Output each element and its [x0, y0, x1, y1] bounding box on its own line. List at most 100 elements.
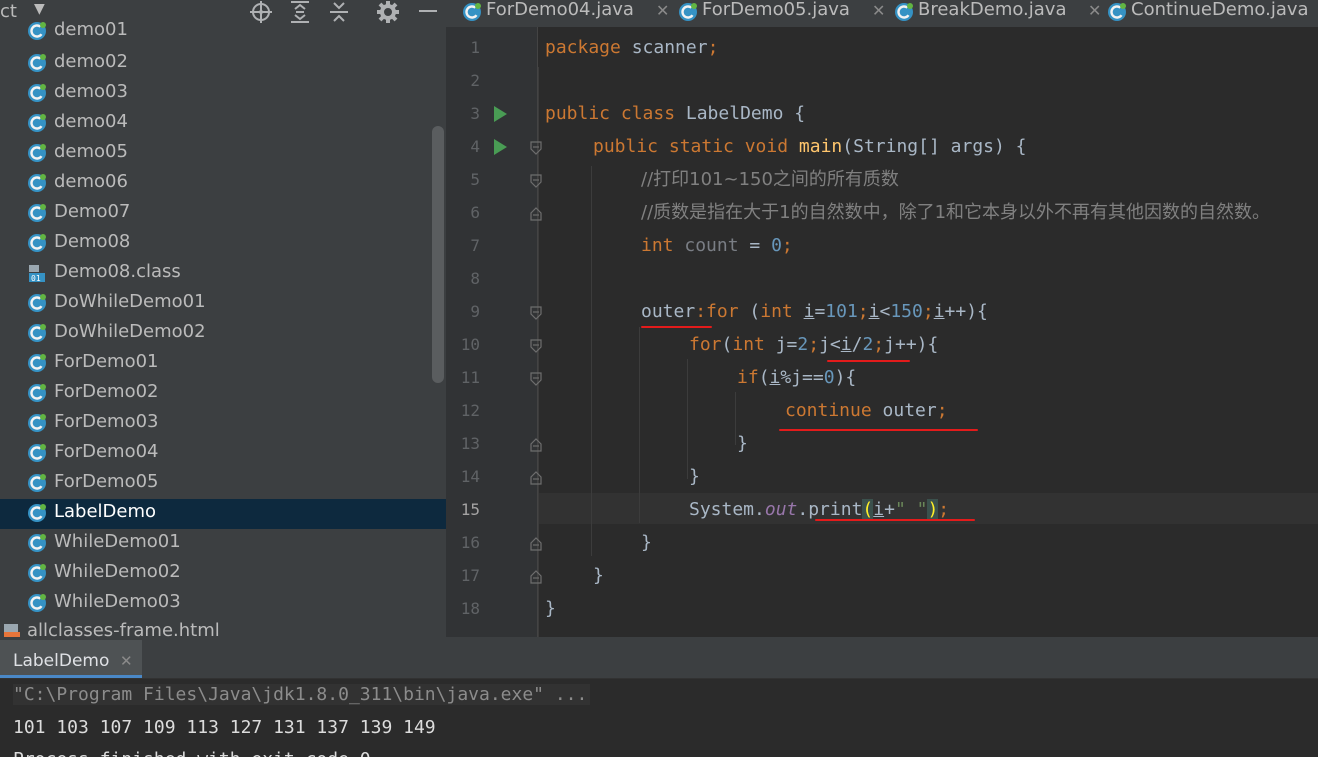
run-icon[interactable] [494, 139, 507, 155]
code-line-10: for(int j=2;j<i/2;j++){ [689, 334, 939, 355]
svg-text:01: 01 [31, 274, 41, 283]
tree-item-label: Demo08 [54, 231, 131, 252]
editor-tab[interactable]: ForDemo05.java ✕ [678, 0, 888, 25]
java-class-icon [27, 143, 47, 163]
code-line-4: public static void main(String[] args) { [593, 136, 1027, 157]
editor-tab-label: BreakDemo.java [918, 0, 1067, 20]
tree-item[interactable]: ForDemo01 [0, 349, 446, 379]
java-class-icon [27, 323, 47, 343]
editor-tab[interactable]: ContinueDemo.java [1107, 0, 1317, 25]
tree-item[interactable]: Demo07 [0, 199, 446, 229]
fold-open-icon[interactable] [530, 305, 542, 320]
java-class-icon [27, 593, 47, 613]
java-class-icon [27, 383, 47, 403]
close-icon[interactable]: ✕ [120, 652, 133, 670]
line-number: 18 [460, 599, 480, 618]
java-class-icon [27, 503, 47, 523]
line-number: 14 [460, 467, 480, 486]
tree-item-label: WhileDemo01 [54, 531, 181, 552]
run-icon[interactable] [494, 106, 507, 122]
tree-item[interactable]: demo06 [0, 169, 446, 199]
java-class-icon [27, 533, 47, 553]
tree-item[interactable]: LabelDemo [0, 499, 446, 529]
console-output[interactable]: "C:\Program Files\Java\jdk1.8.0_311\bin\… [0, 679, 1318, 757]
editor-tab-label: ContinueDemo.java [1131, 0, 1309, 20]
console-command-line: "C:\Program Files\Java\jdk1.8.0_311\bin\… [13, 684, 591, 705]
code-editor[interactable]: 1 2 3 4 5 6 7 8 9 10 11 12 13 14 15 16 17 18 package scan… [446, 27, 1318, 637]
fold-close-icon[interactable] [530, 569, 542, 584]
fold-close-icon[interactable] [530, 206, 542, 221]
code-line-3: public class LabelDemo { [545, 103, 806, 124]
run-tab[interactable]: LabelDemo ✕ [0, 640, 142, 678]
code-line-11: if(i%j==0){ [737, 367, 857, 388]
code-line-17: } [593, 565, 604, 586]
tree-item[interactable]: WhileDemo02 [0, 559, 446, 589]
tree-item-label: ForDemo02 [54, 381, 159, 402]
line-number: 1 [470, 38, 480, 57]
tree-item[interactable]: allclasses-frame.html [0, 618, 446, 637]
java-class-icon [462, 2, 482, 22]
fold-close-icon[interactable] [530, 536, 542, 551]
tree-item[interactable]: demo01 [0, 17, 446, 47]
tree-item[interactable]: demo02 [0, 49, 446, 79]
tree-item[interactable]: WhileDemo01 [0, 529, 446, 559]
indent-guide [687, 359, 688, 479]
fold-open-icon[interactable] [530, 140, 542, 155]
project-scrollbar[interactable] [432, 126, 444, 383]
code-line-6: //质数是指在大于1的自然数中，除了1和它本身以外不再有其他因数的自然数。 [641, 202, 1271, 223]
editor-tab[interactable]: BreakDemo.java ✕ [894, 0, 1104, 25]
tree-item-label: demo06 [54, 171, 128, 192]
close-icon[interactable]: ✕ [656, 1, 669, 20]
java-class-icon [894, 2, 914, 22]
java-class-icon [27, 113, 47, 133]
code-line-1: package scanner; [545, 37, 719, 58]
tree-item[interactable]: demo05 [0, 139, 446, 169]
tree-item[interactable]: demo03 [0, 79, 446, 109]
tree-item[interactable]: demo04 [0, 109, 446, 139]
annotation-underline-condition [827, 360, 910, 362]
java-class-icon [27, 353, 47, 373]
tree-item[interactable]: DoWhileDemo02 [0, 319, 446, 349]
fold-open-icon[interactable] [530, 338, 542, 353]
tree-item[interactable]: ForDemo05 [0, 469, 446, 499]
line-number: 3 [470, 104, 480, 123]
tree-item[interactable]: WhileDemo03 [0, 589, 446, 619]
tree-item[interactable]: ForDemo03 [0, 409, 446, 439]
tree-item[interactable]: DoWhileDemo01 [0, 289, 446, 319]
editor-tab[interactable]: ForDemo04.java ✕ [462, 0, 672, 25]
html-file-icon [2, 622, 22, 637]
close-icon[interactable]: ✕ [1088, 1, 1101, 20]
tree-item-label: Demo08.class [54, 261, 181, 282]
java-class-icon [27, 413, 47, 433]
fold-open-icon[interactable] [530, 371, 542, 386]
line-number: 4 [470, 137, 480, 156]
editor-gutter: 1 2 3 4 5 6 7 8 9 10 11 12 13 14 15 16 17 18 [446, 27, 538, 637]
tree-item-label: demo01 [54, 19, 128, 40]
tree-item-label: allclasses-frame.html [27, 620, 220, 637]
tree-item-label: WhileDemo02 [54, 561, 181, 582]
code-line-18: } [545, 598, 556, 619]
line-number: 15 [460, 500, 480, 519]
fold-close-icon[interactable] [530, 437, 542, 452]
tree-item[interactable]: Demo08 [0, 229, 446, 259]
java-class-icon [27, 233, 47, 253]
editor-tab-label: ForDemo04.java [486, 0, 634, 20]
tree-item-label: Demo07 [54, 201, 131, 222]
fold-close-icon[interactable] [530, 470, 542, 485]
line-number: 2 [470, 71, 480, 90]
code-line-7: int count = 0; [641, 235, 793, 256]
class-file-icon: 01 [27, 263, 47, 283]
tree-item[interactable]: ForDemo02 [0, 379, 446, 409]
tree-item-label: LabelDemo [54, 501, 157, 522]
java-class-icon [27, 293, 47, 313]
indent-guide [735, 392, 736, 445]
chevron-down-icon[interactable]: ▼ [34, 1, 45, 17]
line-number: 12 [460, 401, 480, 420]
fold-open-icon[interactable] [530, 173, 542, 188]
close-icon[interactable]: ✕ [872, 1, 885, 20]
editor-tabs: ForDemo04.java ✕ ForDemo05.java ✕ BreakDemo.… [446, 0, 1318, 27]
tree-item[interactable]: ForDemo04 [0, 439, 446, 469]
tree-item[interactable]: 01 Demo08.class [0, 259, 446, 289]
tree-item-label: DoWhileDemo01 [54, 291, 206, 312]
tree-item-label: demo04 [54, 111, 128, 132]
